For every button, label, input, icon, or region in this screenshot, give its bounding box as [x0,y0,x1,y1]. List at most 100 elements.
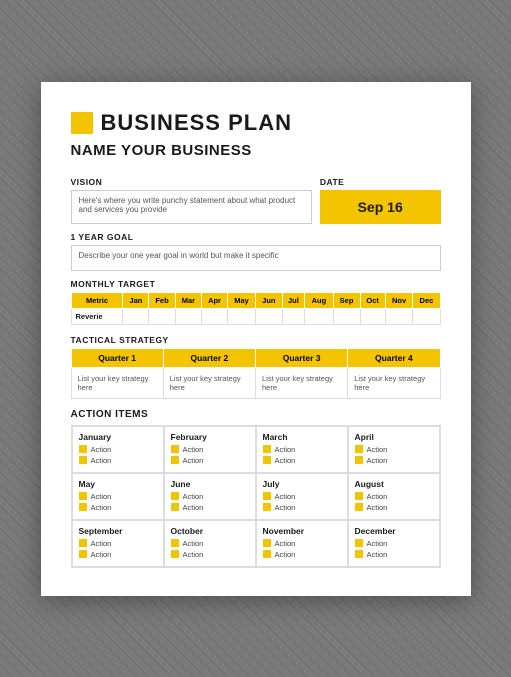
action-dot-icon [79,550,87,558]
action-item-label: Action [275,550,296,559]
action-dot-icon [355,445,363,453]
tactical-strategy-item[interactable]: List your key strategy here [71,367,163,398]
list-item: Action [171,503,249,512]
action-month-cell: AprilActionAction [348,426,440,473]
tactical-label: TACTICAL STRATEGY [71,335,441,345]
monthly-col-header: Nov [385,292,413,308]
monthly-table: MetricJanFebMarAprMayJunJulAugSepOctNovD… [71,292,441,325]
action-dot-icon [79,456,87,464]
monthly-metric: Reverie [71,308,123,324]
action-month-name: June [171,479,249,489]
list-item: Action [171,456,249,465]
action-month-cell: May Action Action [72,473,164,520]
action-dot-icon [79,539,87,547]
action-month-name: April [355,432,433,442]
action-month-name: December [355,526,433,536]
action-month-cell: OctoberActionAction [164,520,256,567]
action-month-name: July [263,479,341,489]
action-dot-icon [79,503,87,511]
action-dot-icon [263,456,271,464]
action-item-label: Action [275,539,296,548]
action-dot-icon [79,492,87,500]
monthly-col-header: Mar [175,292,201,308]
monthly-cell[interactable] [333,308,360,324]
vision-input[interactable]: Here's where you write punchy statement … [71,190,312,224]
action-item-label: Action [275,492,296,501]
action-month-cell: February Action Action [164,426,256,473]
action-dot-icon [263,539,271,547]
action-item-label: Action [91,456,112,465]
tactical-strategy-item[interactable]: List your key strategy here [348,367,440,398]
action-item-label: Action [91,492,112,501]
vision-label: VISION [71,177,312,187]
action-month-cell: November Action Action [256,520,348,567]
action-month-name: September [79,526,157,536]
monthly-col-header: May [227,292,255,308]
monthly-col-header: Apr [202,292,228,308]
monthly-col-header: Feb [149,292,175,308]
list-item: Action [263,550,341,559]
action-label: ACTION ITEMS [71,409,441,420]
monthly-cell[interactable] [123,308,149,324]
action-dot-icon [171,456,179,464]
tactical-quarter-header: Quarter 3 [256,348,348,367]
monthly-cell[interactable] [282,308,305,324]
page: BUSINESS PLAN NAME YOUR BUSINESS VISION … [41,82,471,596]
monthly-cell[interactable] [202,308,228,324]
monthly-cell[interactable] [385,308,413,324]
logo-square [71,112,93,134]
action-item-label: Action [183,539,204,548]
list-item: Action [355,503,433,512]
action-dot-icon [355,492,363,500]
action-item-label: Action [275,445,296,454]
action-grid: JanuaryActionActionFebruaryActionActionM… [71,425,441,568]
action-item-label: Action [91,445,112,454]
monthly-cell[interactable] [256,308,282,324]
action-month-name: March [263,432,341,442]
monthly-cell[interactable] [149,308,175,324]
action-month-cell: SeptemberActionAction [72,520,164,567]
monthly-label: MONTHLY TARGET [71,279,441,289]
monthly-cell[interactable] [360,308,385,324]
action-month-name: May [79,479,157,489]
monthly-cell[interactable] [175,308,201,324]
monthly-cell[interactable] [413,308,440,324]
tactical-strategy-item[interactable]: List your key strategy here [163,367,255,398]
monthly-col-header: Metric [71,292,123,308]
monthly-col-header: Jul [282,292,305,308]
action-dot-icon [263,492,271,500]
list-item: Action [355,539,433,548]
action-month-name: November [263,526,341,536]
vision-block: VISION Here's where you write punchy sta… [71,169,312,224]
list-item: Action [79,492,157,501]
action-dot-icon [355,456,363,464]
tactical-strategy-item[interactable]: List your key strategy here [256,367,348,398]
action-dot-icon [263,445,271,453]
action-month-cell: July Action Action [256,473,348,520]
monthly-cell[interactable] [227,308,255,324]
action-dot-icon [171,539,179,547]
action-month-cell: AugustActionAction [348,473,440,520]
action-dot-icon [171,492,179,500]
date-block: DATE Sep 16 [320,169,441,224]
list-item: Action [79,550,157,559]
goal-label: 1 YEAR GOAL [71,232,441,242]
action-month-name: February [171,432,249,442]
tactical-table: Quarter 1Quarter 2Quarter 3Quarter 4 Lis… [71,348,441,399]
action-dot-icon [263,503,271,511]
list-item: Action [263,503,341,512]
action-item-label: Action [183,445,204,454]
action-dot-icon [171,503,179,511]
goal-input[interactable]: Describe your one year goal in world but… [71,245,441,271]
action-item-label: Action [183,550,204,559]
monthly-cell[interactable] [305,308,333,324]
list-item: Action [171,550,249,559]
date-value: Sep 16 [320,190,441,224]
tactical-quarter-header: Quarter 2 [163,348,255,367]
action-item-label: Action [183,503,204,512]
action-item-label: Action [367,445,388,454]
action-dot-icon [355,503,363,511]
page-title: BUSINESS PLAN [101,110,292,136]
action-item-label: Action [91,503,112,512]
action-dot-icon [171,550,179,558]
